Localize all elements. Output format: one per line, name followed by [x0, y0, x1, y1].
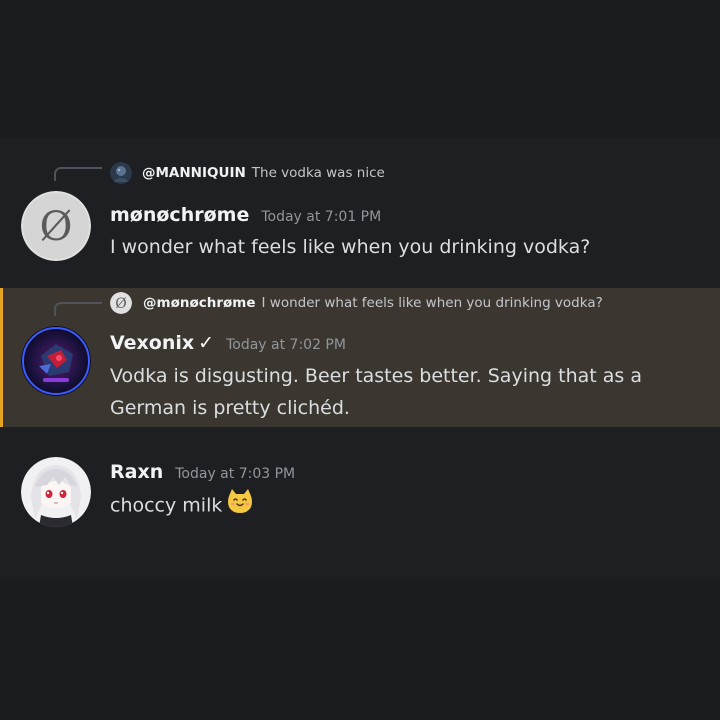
- cat-emoji-icon: [226, 488, 254, 524]
- timestamp[interactable]: Today at 7:02 PM: [226, 337, 346, 353]
- verified-check-icon: ✓: [198, 332, 215, 354]
- reply-username[interactable]: @mønøchrøme: [143, 295, 256, 311]
- message-text: choccy milk: [110, 494, 223, 517]
- reply-connector: [54, 167, 102, 181]
- reply-content: I wonder what feels like when you drinki…: [261, 295, 603, 311]
- message-item[interactable]: @MANNIQUIN The vodka was nice Ø mønøchrøm…: [0, 146, 720, 272]
- reply-avatar-glyph: Ø: [115, 296, 126, 312]
- discord-screenshot: @MANNIQUIN The vodka was nice Ø mønøchrøm…: [0, 0, 720, 720]
- reply-preview[interactable]: @mønøchrøme I wonder what feels like when…: [143, 295, 603, 311]
- username[interactable]: mønøchrøme: [110, 204, 249, 226]
- message-content: Vodka is disgusting. Beer tastes better.…: [110, 365, 642, 419]
- reply-connector: [54, 302, 102, 316]
- timestamp[interactable]: Today at 7:01 PM: [261, 209, 381, 225]
- reply-username[interactable]: @MANNIQUIN: [142, 165, 246, 181]
- message-content: I wonder what feels like when you drinki…: [110, 236, 591, 258]
- manniquin-avatar-icon[interactable]: [110, 162, 132, 184]
- username[interactable]: Vexonix: [110, 332, 194, 354]
- avatar-glyph: Ø: [40, 204, 73, 250]
- message-item[interactable]: Raxn Today at 7:03 PM choccy milk: [0, 448, 720, 538]
- null-symbol-avatar-icon[interactable]: Ø: [21, 191, 91, 261]
- anime-girl-avatar-icon[interactable]: [21, 457, 91, 527]
- message-header: Vexonix ✓ Today at 7:02 PM: [110, 332, 346, 354]
- null-symbol-avatar-icon[interactable]: Ø: [110, 292, 132, 314]
- reply-preview[interactable]: @MANNIQUIN The vodka was nice: [142, 165, 385, 181]
- message-item-highlighted[interactable]: Ø @mønøchrøme I wonder what feels like wh…: [0, 288, 720, 427]
- reply-content: The vodka was nice: [251, 165, 385, 181]
- timestamp[interactable]: Today at 7:03 PM: [175, 466, 295, 482]
- message-content: choccy milk: [110, 488, 700, 524]
- username[interactable]: Raxn: [110, 461, 163, 483]
- message-header: Raxn Today at 7:03 PM: [110, 461, 295, 483]
- robot-avatar-icon[interactable]: [21, 326, 91, 396]
- message-header: mønøchrøme Today at 7:01 PM: [110, 204, 381, 226]
- chat-messages: @MANNIQUIN The vodka was nice Ø mønøchrøm…: [0, 138, 720, 580]
